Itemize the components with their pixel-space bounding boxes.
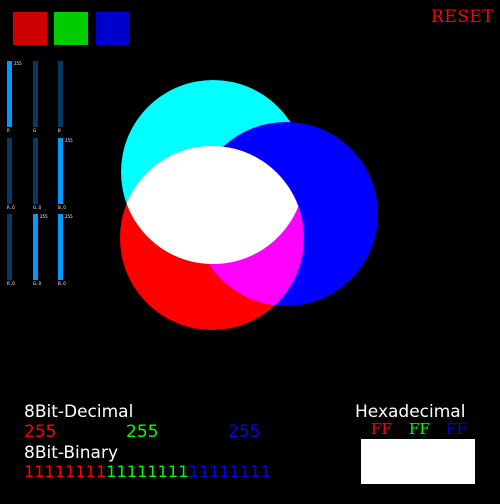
decimal-red-value: 255 xyxy=(24,422,57,442)
hex-title: Hexadecimal xyxy=(355,402,466,422)
binary-green-value: 11111111 xyxy=(106,462,189,481)
binary-values: 111111111111111111111111 xyxy=(24,463,271,481)
binary-red-value: 11111111 xyxy=(24,462,107,481)
decimal-blue-value: 255 xyxy=(228,422,261,442)
color-preview-box xyxy=(361,439,475,484)
decimal-green-value: 255 xyxy=(126,422,159,442)
binary-blue-value: 11111111 xyxy=(188,462,271,481)
hex-red-value: FF xyxy=(371,420,392,438)
hex-blue-value: FF xyxy=(446,420,467,438)
binary-title: 8Bit-Binary xyxy=(24,443,119,463)
decimal-title: 8Bit-Decimal xyxy=(24,402,134,422)
hex-green-value: FF xyxy=(409,420,430,438)
